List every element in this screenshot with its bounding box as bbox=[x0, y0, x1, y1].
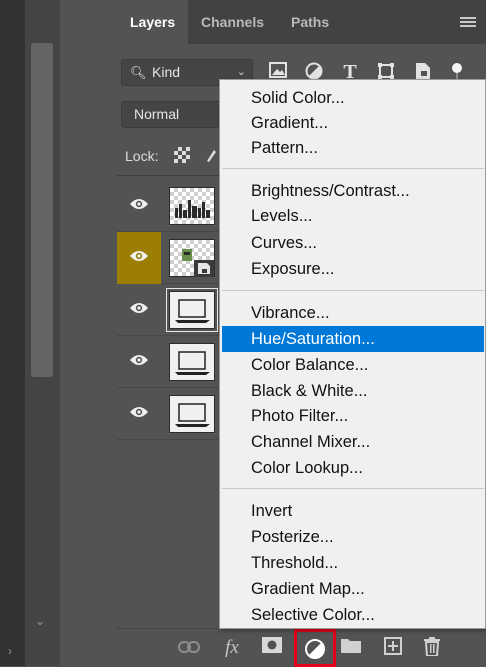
visibility-toggle[interactable] bbox=[117, 336, 161, 388]
link-layers-icon[interactable] bbox=[178, 637, 200, 659]
visibility-toggle[interactable] bbox=[117, 180, 161, 232]
tab-channels[interactable]: Channels bbox=[188, 0, 277, 44]
menu-item-pattern[interactable]: Pattern... bbox=[220, 135, 486, 161]
menu-item-photo-filter[interactable]: Photo Filter... bbox=[220, 403, 486, 429]
filter-kind-label: Kind bbox=[152, 64, 181, 80]
lock-image-pixels-icon[interactable] bbox=[205, 147, 217, 167]
lock-label: Lock: bbox=[125, 148, 159, 164]
menu-item-hue-saturation[interactable]: Hue/Saturation... bbox=[222, 326, 484, 352]
chevron-down-icon[interactable]: ⌄ bbox=[35, 614, 45, 628]
tab-layers[interactable]: Layers bbox=[117, 0, 189, 44]
menu-item-brightness-contrast[interactable]: Brightness/Contrast... bbox=[220, 178, 486, 204]
adjustment-layer-button[interactable] bbox=[294, 629, 336, 667]
adjustment-layer-icon bbox=[305, 639, 325, 659]
fx-label: fx bbox=[225, 637, 239, 658]
visibility-toggle[interactable] bbox=[117, 232, 161, 284]
left-scrollbar[interactable]: ⌄ bbox=[25, 0, 60, 666]
layer-mask-icon[interactable] bbox=[261, 637, 283, 659]
expand-chevron-icon[interactable]: › bbox=[8, 644, 12, 658]
menu-separator bbox=[222, 168, 484, 169]
menu-item-posterize[interactable]: Posterize... bbox=[220, 524, 486, 550]
menu-item-color-balance[interactable]: Color Balance... bbox=[220, 352, 486, 378]
eye-icon bbox=[130, 355, 148, 365]
menu-item-channel-mixer[interactable]: Channel Mixer... bbox=[220, 429, 486, 455]
eye-icon bbox=[130, 251, 148, 261]
trash-icon[interactable] bbox=[421, 637, 443, 659]
menu-item-color-lookup[interactable]: Color Lookup... bbox=[220, 455, 486, 481]
menu-item-vibrance[interactable]: Vibrance... bbox=[220, 300, 486, 326]
layer-thumbnail[interactable] bbox=[169, 395, 215, 433]
menu-item-invert[interactable]: Invert bbox=[220, 498, 486, 524]
menu-item-gradient[interactable]: Gradient... bbox=[220, 110, 486, 136]
tab-paths[interactable]: Paths bbox=[278, 0, 342, 44]
menu-item-solid-color[interactable]: Solid Color... bbox=[220, 85, 486, 111]
menu-item-threshold[interactable]: Threshold... bbox=[220, 550, 486, 576]
panel-menu-icon[interactable] bbox=[460, 17, 476, 28]
group-folder-icon[interactable] bbox=[340, 637, 362, 659]
new-layer-icon[interactable] bbox=[382, 637, 404, 659]
visibility-toggle[interactable] bbox=[117, 284, 161, 336]
menu-item-gradient-map[interactable]: Gradient Map... bbox=[220, 576, 486, 602]
menu-item-curves[interactable]: Curves... bbox=[220, 230, 486, 256]
workspace-gap bbox=[60, 0, 117, 666]
panel-tabbar: Layers Channels Paths bbox=[117, 0, 486, 44]
menu-item-levels[interactable]: Levels... bbox=[220, 203, 486, 229]
layers-bottom-bar: fx bbox=[117, 628, 486, 667]
layer-thumbnail[interactable] bbox=[166, 288, 218, 332]
layer-thumbnail[interactable] bbox=[169, 343, 215, 381]
search-icon: 🔍︎ bbox=[130, 65, 147, 80]
lock-transparent-pixels-icon[interactable] bbox=[174, 147, 190, 167]
layer-thumbnail[interactable] bbox=[169, 239, 215, 277]
adjustment-layer-menu: Solid Color... Gradient... Pattern... Br… bbox=[219, 79, 486, 629]
fx-icon[interactable]: fx bbox=[221, 637, 243, 659]
menu-item-selective-color[interactable]: Selective Color... bbox=[220, 602, 486, 628]
eye-icon bbox=[130, 199, 148, 209]
menu-item-exposure[interactable]: Exposure... bbox=[220, 256, 486, 282]
eye-icon bbox=[130, 303, 148, 313]
left-dock: › bbox=[0, 0, 25, 666]
eye-icon bbox=[130, 407, 148, 417]
visibility-toggle[interactable] bbox=[117, 388, 161, 440]
menu-separator bbox=[222, 488, 484, 489]
menu-separator bbox=[222, 290, 484, 291]
scrollbar-thumb[interactable] bbox=[31, 43, 53, 377]
menu-item-black-white[interactable]: Black & White... bbox=[220, 378, 486, 404]
layer-thumbnail[interactable] bbox=[169, 187, 215, 225]
